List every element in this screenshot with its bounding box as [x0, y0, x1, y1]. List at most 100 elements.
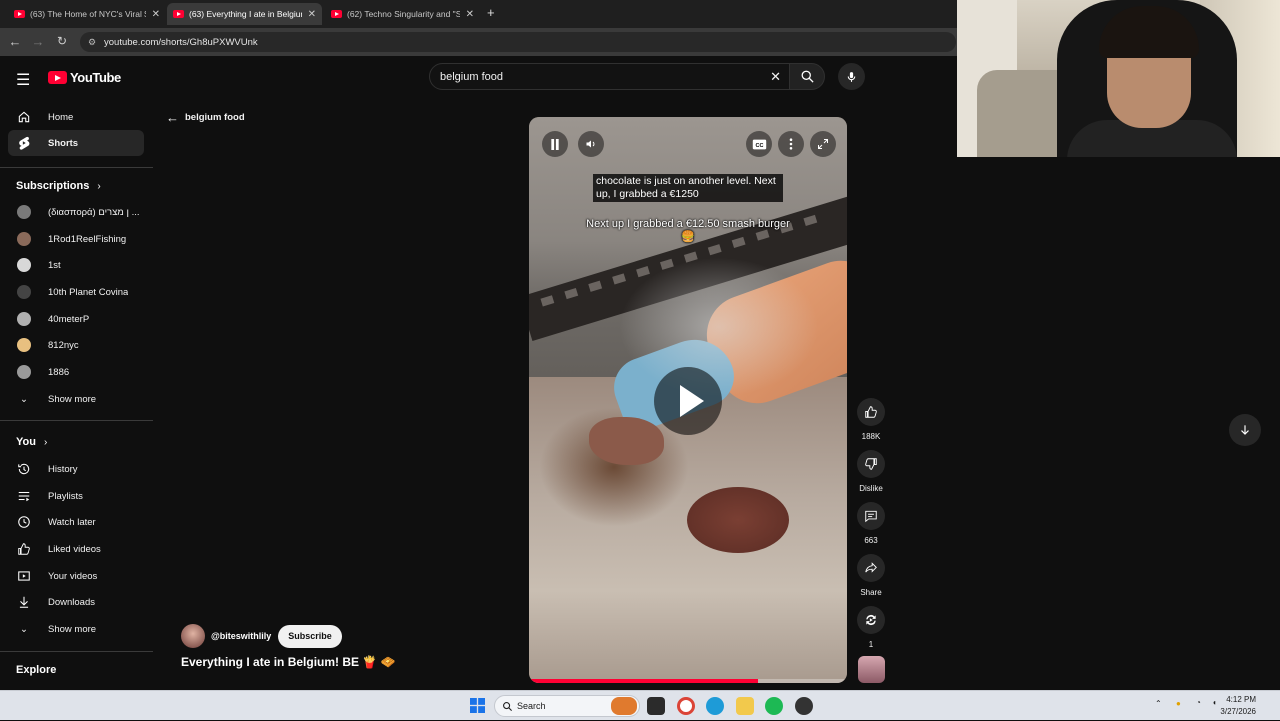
sidebar-item-subscription[interactable]: 1st — [8, 252, 144, 278]
sidebar-item-label: 1886 — [48, 366, 70, 378]
you-show-more[interactable]: ⌄ Show more — [8, 616, 144, 642]
like-button[interactable] — [857, 398, 885, 426]
sidebar-item-subscription[interactable]: 40meterP — [8, 306, 144, 332]
sidebar-item-subscription[interactable]: 10th Planet Covina — [8, 279, 144, 305]
comments-button[interactable] — [857, 502, 885, 530]
sidebar-item-home[interactable]: Home — [8, 104, 144, 130]
video-progress-bar[interactable] — [529, 679, 847, 683]
remix-icon — [866, 614, 876, 626]
task-view-icon[interactable] — [647, 697, 665, 715]
search-box[interactable]: ✕ — [429, 63, 790, 90]
avatar — [17, 258, 31, 272]
browser-tab-active[interactable]: (63) Everything I ate in Belgium ✕ — [167, 3, 322, 25]
back-arrow-icon[interactable]: ← — [7, 34, 23, 49]
like-action[interactable]: 188K — [857, 398, 885, 441]
remix-action[interactable]: 1 — [857, 606, 885, 649]
shorts-video-player[interactable]: CC chocolate is just on another level. N… — [529, 117, 847, 683]
windows-taskbar: Search ⌃ ● ◔ ◖ 4:12 PM 3/27/2026 — [0, 690, 1280, 720]
sidebar-item-subscription[interactable]: 1886 — [8, 359, 144, 385]
sidebar-item-label: Watch later — [48, 516, 96, 528]
volume-icon — [586, 140, 595, 148]
taskbar-clock[interactable]: 4:12 PM 3/27/2026 — [1220, 694, 1256, 718]
youtube-logo[interactable]: YouTube — [48, 70, 121, 85]
avatar — [17, 338, 31, 352]
sidebar-item-your-videos[interactable]: Your videos — [8, 563, 144, 589]
sidebar-item-playlists[interactable]: Playlists — [8, 483, 144, 509]
forward-arrow-icon[interactable]: → — [30, 34, 46, 49]
comment-icon — [865, 510, 877, 523]
chrome-icon[interactable] — [677, 697, 695, 715]
close-tab-icon[interactable]: ✕ — [152, 9, 160, 20]
sidebar-item-downloads[interactable]: Downloads — [8, 589, 144, 615]
channel-handle[interactable]: @biteswithlily — [211, 631, 271, 641]
hamburger-menu-icon[interactable]: ☰ — [16, 70, 30, 90]
next-video-button[interactable] — [1229, 414, 1261, 446]
new-tab-button[interactable]: + — [487, 5, 495, 20]
volume-icon[interactable]: ◖ — [1212, 698, 1217, 707]
channel-info: @biteswithlily Subscribe — [181, 624, 342, 648]
play-overlay-icon[interactable] — [654, 367, 722, 435]
sidebar-item-watch-later[interactable]: Watch later — [8, 509, 144, 535]
search-highlight-icon — [611, 697, 637, 715]
you-header[interactable]: You › — [16, 436, 47, 448]
fullscreen-button[interactable] — [810, 131, 836, 157]
edge-icon[interactable] — [706, 697, 724, 715]
wifi-icon[interactable]: ◔ — [1196, 698, 1201, 707]
like-count: 188K — [861, 432, 881, 441]
search-back-link[interactable]: ← belgium food — [166, 110, 245, 125]
sidebar-item-subscription[interactable]: 812nyc — [8, 332, 144, 358]
remix-button[interactable] — [857, 606, 885, 634]
sound-thumbnail[interactable] — [858, 656, 885, 683]
microphone-icon[interactable]: ● — [1176, 699, 1181, 708]
subscribe-button[interactable]: Subscribe — [278, 624, 342, 648]
more-options-button[interactable] — [778, 131, 804, 157]
subscriptions-header[interactable]: Subscriptions › — [16, 180, 101, 192]
sidebar-item-shorts[interactable]: Shorts — [8, 130, 144, 156]
sidebar-item-liked-videos[interactable]: Liked videos — [8, 536, 144, 562]
chevron-down-icon: ⌄ — [20, 393, 28, 405]
avatar[interactable] — [181, 624, 205, 648]
captions-button[interactable]: CC — [746, 131, 772, 157]
you-title: You — [16, 436, 36, 448]
close-tab-icon[interactable]: ✕ — [466, 9, 474, 20]
share-action[interactable]: Share — [857, 554, 885, 597]
url-field[interactable]: ⚙ youtube.com/shorts/Gh8uPXWVUnk — [80, 32, 956, 52]
sidebar-item-label: Your videos — [48, 570, 98, 582]
pause-button[interactable] — [542, 131, 568, 157]
webcam-overlay — [957, 0, 1280, 157]
file-explorer-icon[interactable] — [736, 697, 754, 715]
search-button[interactable] — [789, 63, 825, 90]
comments-action[interactable]: 663 — [857, 502, 885, 545]
url-text: youtube.com/shorts/Gh8uPXWVUnk — [104, 36, 258, 48]
caption-top-text: chocolate is just on another level. Next… — [593, 174, 783, 202]
back-arrow-icon[interactable]: ← — [166, 110, 179, 125]
site-info-icon[interactable]: ⚙ — [88, 37, 96, 48]
volume-button[interactable] — [578, 131, 604, 157]
sidebar-item-label: Show more — [48, 393, 97, 405]
browser-tab[interactable]: (62) Techno Singularity and "Sa ✕ — [325, 3, 480, 25]
sidebar-item-history[interactable]: History — [8, 456, 144, 482]
reload-icon[interactable]: ↻ — [54, 34, 70, 48]
share-button[interactable] — [857, 554, 885, 582]
taskbar-search[interactable]: Search — [494, 695, 640, 717]
sidebar-item-subscription[interactable]: 1Rod1ReelFishing — [8, 226, 144, 252]
app-icon[interactable] — [795, 697, 813, 715]
home-icon — [16, 110, 32, 124]
chevron-right-icon: › — [97, 180, 101, 192]
windows-start-icon[interactable] — [470, 698, 485, 713]
sidebar-item-subscription[interactable]: (διασπορά) ן מצרים ... — [8, 199, 144, 225]
subscriptions-show-more[interactable]: ⌄ Show more — [8, 386, 144, 412]
show-hidden-icons-icon[interactable]: ⌃ — [1155, 699, 1162, 708]
dislike-button[interactable] — [857, 450, 885, 478]
search-input[interactable] — [440, 70, 740, 83]
browser-tab[interactable]: (63) The Home of NYC's Viral $ ✕ — [8, 3, 166, 25]
avatar — [17, 285, 31, 299]
clear-search-icon[interactable]: ✕ — [770, 69, 781, 85]
dislike-action[interactable]: Dislike — [857, 450, 885, 493]
close-tab-icon[interactable]: ✕ — [308, 9, 316, 20]
spotify-icon[interactable] — [765, 697, 783, 715]
microphone-icon — [847, 71, 856, 82]
chevron-right-icon: › — [43, 436, 48, 448]
tab-title: (63) The Home of NYC's Viral $ — [30, 9, 146, 19]
voice-search-button[interactable] — [838, 63, 865, 90]
